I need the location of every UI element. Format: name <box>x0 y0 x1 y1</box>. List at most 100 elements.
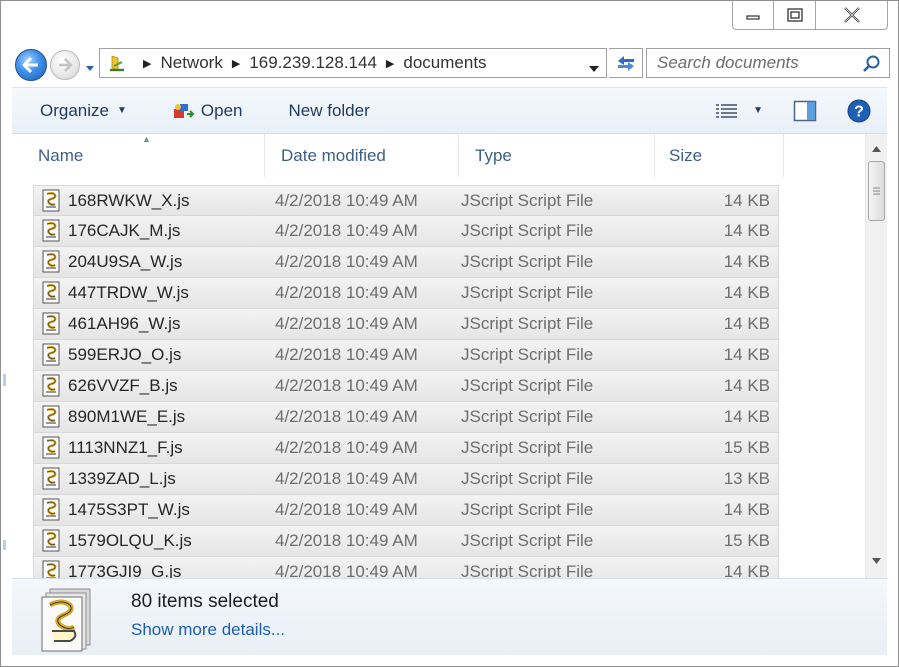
minimize-button[interactable] <box>732 1 774 30</box>
file-name: 890M1WE_E.js <box>68 407 186 426</box>
breadcrumb-documents[interactable]: documents <box>403 53 486 73</box>
recent-pages-dropdown[interactable] <box>85 60 95 78</box>
file-name: 461AH96_W.js <box>68 314 181 333</box>
file-row[interactable]: 168RWKW_X.js 4/2/2018 10:49 AM JScript Scr… <box>33 185 779 216</box>
file-date: 4/2/2018 10:49 AM <box>275 190 418 210</box>
refresh-button[interactable] <box>609 48 643 78</box>
file-name-cell[interactable]: 1579OLQU_K.js <box>34 529 267 553</box>
organize-button[interactable]: Organize ▼ <box>28 88 139 133</box>
address-row: ▶ Network ▶ 169.239.128.144 ▶ documents <box>13 45 890 83</box>
file-name-cell[interactable]: 1113NNZ1_F.js <box>34 436 267 460</box>
file-name-cell[interactable]: 176CAJK_M.js <box>34 219 267 243</box>
jscript-file-icon <box>40 250 62 274</box>
change-view-button[interactable]: ▼ <box>715 102 763 120</box>
file-row[interactable]: 1339ZAD_L.js 4/2/2018 10:49 AM JScript Scr… <box>33 464 779 495</box>
jscript-file-icon <box>40 219 62 243</box>
jscript-file-icon <box>40 585 98 658</box>
file-date: 4/2/2018 10:49 AM <box>275 407 418 426</box>
forward-button[interactable] <box>50 50 80 80</box>
file-row[interactable]: 1475S3PT_W.js 4/2/2018 10:49 AM JScript Sc… <box>33 495 779 526</box>
file-row[interactable]: 461AH96_W.js 4/2/2018 10:49 AM JScript Scr… <box>33 309 779 340</box>
file-type: JScript Script File <box>461 376 594 395</box>
scrollbar-thumb[interactable] <box>868 161 885 221</box>
jscript-file-icon <box>40 312 62 336</box>
file-row[interactable]: 447TRDW_W.js 4/2/2018 10:49 AM JScript Scr… <box>33 278 779 309</box>
file-type: JScript Script File <box>461 469 594 488</box>
file-date: 4/2/2018 10:49 AM <box>275 562 418 578</box>
search-input[interactable] <box>647 53 847 73</box>
column-header-row: ▲ Name Date modified Type Size <box>12 134 784 177</box>
refresh-icon <box>617 56 634 71</box>
search-box[interactable] <box>646 48 890 78</box>
file-name-cell[interactable]: 168RWKW_X.js <box>34 189 267 213</box>
file-name-cell[interactable]: 204U9SA_W.js <box>34 250 267 274</box>
open-label: Open <box>200 100 243 120</box>
file-name-cell[interactable]: 1475S3PT_W.js <box>34 498 267 522</box>
file-row[interactable]: 176CAJK_M.js 4/2/2018 10:49 AM JScript Scr… <box>33 216 779 247</box>
jscript-file-icon <box>40 560 62 578</box>
breadcrumb-separator-icon[interactable]: ▶ <box>143 57 151 70</box>
chevron-down-icon <box>589 66 599 72</box>
file-date: 4/2/2018 10:49 AM <box>275 283 418 302</box>
file-name-cell[interactable]: 1773GJI9_G.js <box>34 560 267 578</box>
file-type: JScript Script File <box>461 345 594 364</box>
file-name: 1113NNZ1_F.js <box>68 438 183 457</box>
file-name-cell[interactable]: 890M1WE_E.js <box>34 405 267 429</box>
breadcrumb-host[interactable]: 169.239.128.144 <box>249 53 377 73</box>
breadcrumb-separator-icon[interactable]: ▶ <box>232 57 240 70</box>
jscript-file-icon <box>40 529 62 553</box>
back-button[interactable] <box>15 49 47 81</box>
column-header-date[interactable]: Date modified <box>265 134 459 177</box>
file-row[interactable]: 1113NNZ1_F.js 4/2/2018 10:49 AM JScript Sc… <box>33 433 779 464</box>
file-rows: 168RWKW_X.js 4/2/2018 10:49 AM JScript Scr… <box>33 185 779 578</box>
minimize-icon <box>746 15 760 20</box>
file-row[interactable]: 1579OLQU_K.js 4/2/2018 10:49 AM JScript Sc… <box>33 526 779 557</box>
column-type-label: Type <box>475 145 512 165</box>
show-more-details-link[interactable]: Show more details... <box>131 620 285 640</box>
window-edge-marker <box>3 540 6 550</box>
jscript-file-icon <box>40 436 62 460</box>
new-folder-button[interactable]: New folder <box>276 88 381 133</box>
file-list-pane: ▲ Name Date modified Type Size 168RWKW_X… <box>12 134 887 578</box>
address-bar[interactable]: ▶ Network ▶ 169.239.128.144 ▶ documents <box>99 48 607 78</box>
close-button[interactable] <box>816 1 888 30</box>
column-header-size[interactable]: Size <box>655 134 784 177</box>
file-name-cell[interactable]: 461AH96_W.js <box>34 312 267 336</box>
breadcrumb-separator-icon[interactable]: ▶ <box>386 57 394 70</box>
column-size-label: Size <box>669 145 703 165</box>
file-name-cell[interactable]: 599ERJO_O.js <box>34 343 267 367</box>
file-name: 1773GJI9_G.js <box>68 562 182 578</box>
file-row[interactable]: 626VVZF_B.js 4/2/2018 10:49 AM JScript Scr… <box>33 371 779 402</box>
file-name: 1579OLQU_K.js <box>68 531 192 550</box>
column-header-name[interactable]: ▲ Name <box>12 134 265 177</box>
column-header-type[interactable]: Type <box>459 134 655 177</box>
file-row[interactable]: 1773GJI9_G.js 4/2/2018 10:49 AM JScript Sc… <box>33 557 779 578</box>
jscript-file-icon <box>40 189 62 213</box>
file-name-cell[interactable]: 447TRDW_W.js <box>34 281 267 305</box>
file-date: 4/2/2018 10:49 AM <box>275 469 418 488</box>
close-icon <box>843 7 860 23</box>
jscript-file-icon <box>40 498 62 522</box>
file-row[interactable]: 599ERJO_O.js 4/2/2018 10:49 AM JScript Scr… <box>33 340 779 371</box>
file-size: 15 KB <box>723 531 770 550</box>
file-type: JScript Script File <box>461 283 594 302</box>
help-button[interactable]: ? <box>847 99 871 123</box>
open-button[interactable]: Open <box>159 88 255 133</box>
chevron-down-icon: ▼ <box>116 105 127 116</box>
address-history-dropdown[interactable] <box>588 58 600 78</box>
help-icon: ? <box>847 99 871 122</box>
file-size: 14 KB <box>723 562 770 578</box>
breadcrumb-network[interactable]: Network <box>160 53 222 73</box>
file-name-cell[interactable]: 626VVZF_B.js <box>34 374 267 398</box>
maximize-button[interactable] <box>774 1 816 30</box>
vertical-scrollbar[interactable] <box>865 134 887 578</box>
preview-pane-button[interactable] <box>793 100 817 122</box>
search-icon[interactable] <box>861 54 881 79</box>
file-row[interactable]: 890M1WE_E.js 4/2/2018 10:49 AM JScript Scr… <box>33 402 779 433</box>
file-type: JScript Script File <box>461 500 594 519</box>
scroll-up-icon[interactable] <box>871 140 882 158</box>
scroll-down-icon[interactable] <box>871 552 882 570</box>
file-size: 14 KB <box>723 407 770 426</box>
file-name-cell[interactable]: 1339ZAD_L.js <box>34 467 267 491</box>
file-row[interactable]: 204U9SA_W.js 4/2/2018 10:49 AM JScript Scr… <box>33 247 779 278</box>
